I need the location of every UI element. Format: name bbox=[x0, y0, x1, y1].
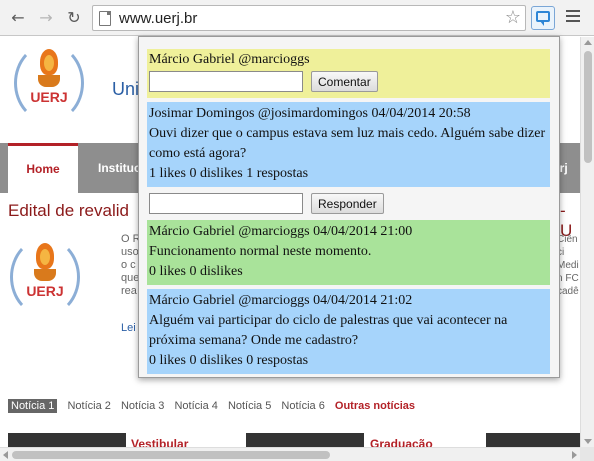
logo-text: UERJ bbox=[30, 89, 68, 105]
post-author: Márcio Gabriel @marcioggs 04/04/2014 21:… bbox=[149, 224, 413, 239]
more-news-link[interactable]: Outras notícias bbox=[335, 400, 415, 412]
read-more-link[interactable]: Lei bbox=[121, 322, 136, 334]
forward-arrow-icon[interactable]: → bbox=[34, 6, 58, 30]
uerj-logo[interactable]: UERJ bbox=[14, 43, 84, 123]
logo-text-article: UERJ bbox=[26, 283, 64, 299]
reload-icon[interactable]: ↻ bbox=[62, 6, 86, 30]
uerj-logo-article: UERJ bbox=[10, 237, 80, 317]
reply-post: Márcio Gabriel @marcioggs 04/04/2014 21:… bbox=[147, 220, 550, 285]
browser-menu-icon[interactable] bbox=[566, 10, 580, 24]
nav-home[interactable]: Home bbox=[8, 143, 78, 193]
post-text: Ouvi dizer que o campus estava sem luz m… bbox=[149, 126, 546, 161]
page-icon bbox=[99, 11, 111, 26]
reply-input[interactable] bbox=[149, 193, 303, 214]
news-tab-5[interactable]: Notícia 5 bbox=[228, 400, 271, 412]
scroll-down-icon[interactable] bbox=[584, 439, 592, 444]
horizontal-scrollbar[interactable] bbox=[0, 447, 580, 461]
browser-toolbar: ← → ↻ www.uerj.br ☆ bbox=[0, 0, 594, 36]
news-tab-1[interactable]: Notícia 1 bbox=[8, 399, 58, 413]
news-tabs: Notícia 1 Notícia 2 Notícia 3 Notícia 4 … bbox=[8, 399, 422, 413]
address-bar[interactable]: www.uerj.br ☆ bbox=[92, 5, 526, 31]
news-tab-3[interactable]: Notícia 3 bbox=[121, 400, 164, 412]
post-meta: 0 likes 0 dislikes bbox=[149, 264, 243, 279]
news-tab-6[interactable]: Notícia 6 bbox=[281, 400, 324, 412]
news-tab-4[interactable]: Notícia 4 bbox=[174, 400, 217, 412]
story-text-right: Ciên ci Medi n FC cadê bbox=[557, 234, 579, 297]
scroll-up-icon[interactable] bbox=[584, 40, 592, 45]
url-text[interactable]: www.uerj.br bbox=[119, 10, 197, 27]
comment-button[interactable]: Comentar bbox=[311, 71, 378, 92]
post-author: Josimar Domingos @josimardomingos 04/04/… bbox=[149, 106, 471, 121]
post-meta: 0 likes 0 dislikes 0 respostas bbox=[149, 353, 309, 368]
comment-post: Márcio Gabriel @marcioggs 04/04/2014 21:… bbox=[147, 289, 550, 374]
post-meta: 1 likes 0 dislikes 1 respostas bbox=[149, 166, 309, 181]
scrollbar-corner bbox=[580, 447, 594, 461]
horizontal-scroll-thumb[interactable] bbox=[12, 451, 330, 459]
compose-author: Márcio Gabriel @marcioggs bbox=[149, 52, 310, 67]
comments-panel: Márcio Gabriel @marcioggs Comentar Josim… bbox=[147, 49, 550, 374]
headline[interactable]: Edital de revalid bbox=[8, 201, 129, 221]
comment-input[interactable] bbox=[149, 71, 303, 92]
comments-popup: Márcio Gabriel @marcioggs Comentar Josim… bbox=[138, 36, 560, 378]
extension-comment-button[interactable] bbox=[531, 6, 555, 30]
news-tab-2[interactable]: Notícia 2 bbox=[67, 400, 110, 412]
post-author: Márcio Gabriel @marcioggs 04/04/2014 21:… bbox=[149, 293, 413, 308]
back-arrow-icon[interactable]: ← bbox=[6, 6, 30, 30]
post-text: Funcionamento normal neste momento. bbox=[149, 244, 372, 259]
post-text: Alguém vai participar do ciclo de palest… bbox=[149, 313, 508, 348]
comment-bubble-icon bbox=[536, 11, 550, 26]
scroll-left-icon[interactable] bbox=[3, 451, 8, 459]
reply-box: Responder bbox=[147, 187, 550, 220]
vertical-scroll-thumb[interactable] bbox=[584, 51, 592, 163]
compose-box: Márcio Gabriel @marcioggs Comentar bbox=[147, 49, 550, 98]
reply-button[interactable]: Responder bbox=[311, 193, 384, 214]
scroll-right-icon[interactable] bbox=[572, 451, 577, 459]
site-title: Uni bbox=[112, 79, 140, 99]
vertical-scrollbar[interactable] bbox=[580, 37, 594, 447]
bookmark-star-icon[interactable]: ☆ bbox=[505, 7, 521, 28]
comment-post: Josimar Domingos @josimardomingos 04/04/… bbox=[147, 102, 550, 187]
